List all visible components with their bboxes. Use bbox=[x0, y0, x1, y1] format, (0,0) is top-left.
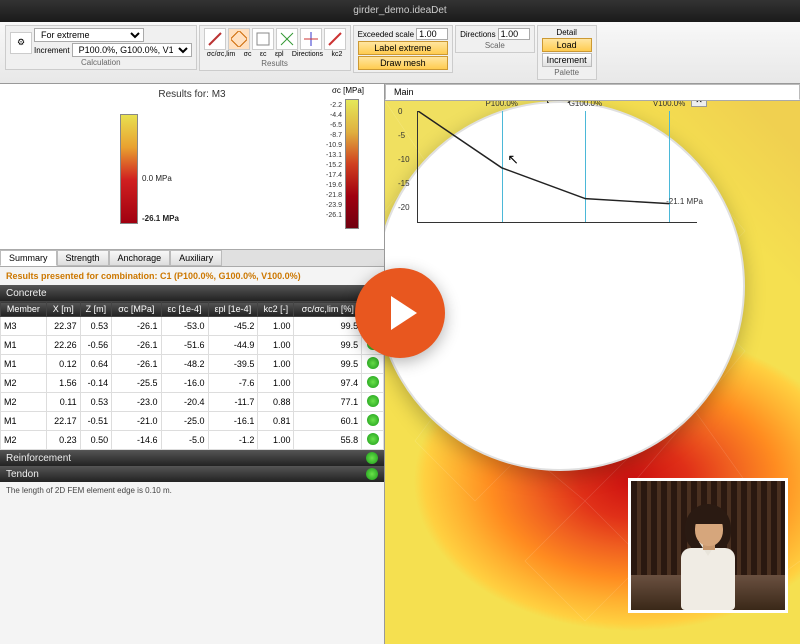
ribbon-toolbar: ⚙ For extreme Increment P100.0%, G100.0%… bbox=[0, 22, 800, 84]
table-row[interactable]: M20.110.53-23.0-20.4-11.70.8877.1 bbox=[1, 393, 384, 412]
combo-line: Results presented for combination: C1 (P… bbox=[0, 267, 384, 285]
results-pane: Results for: M3 0.0 MPa -26.1 MPa σc [MP… bbox=[0, 84, 384, 249]
play-button[interactable] bbox=[355, 268, 445, 358]
col-header: εpl [1e-4] bbox=[208, 302, 258, 317]
check-ok-icon bbox=[367, 376, 379, 388]
color-scale bbox=[345, 99, 359, 229]
check-ok-icon bbox=[367, 433, 379, 445]
results-table: MemberX [m]Z [m]σc [MPa]εc [1e-4]εpl [1e… bbox=[0, 301, 384, 450]
result-kc2-icon[interactable] bbox=[324, 28, 346, 50]
concrete-header[interactable]: Concrete bbox=[0, 285, 384, 301]
table-row[interactable]: M21.56-0.14-25.5-16.0-7.61.0097.4 bbox=[1, 374, 384, 393]
draw-mesh-button[interactable]: Draw mesh bbox=[358, 56, 448, 70]
table-row[interactable]: M122.17-0.51-21.0-25.0-16.10.8160.1 bbox=[1, 412, 384, 431]
directions-group: Directions Scale bbox=[455, 25, 535, 53]
col-header: εc [1e-4] bbox=[161, 302, 208, 317]
increment-label: Increment bbox=[34, 46, 70, 55]
directions-input[interactable] bbox=[498, 28, 530, 40]
palette-group: Detail Load Increment Palette bbox=[537, 25, 597, 80]
stress-gauge bbox=[120, 114, 138, 224]
col-header: X [m] bbox=[46, 302, 80, 317]
tendon-header[interactable]: Tendon bbox=[0, 466, 384, 482]
tab-auxiliary[interactable]: Auxiliary bbox=[170, 250, 222, 266]
col-header: σc [MPa] bbox=[112, 302, 161, 317]
stress-chart: σc [MPa] ✕ 0 -5 -10 -15 -20 P100.0% G100… bbox=[397, 101, 707, 223]
tab-strength[interactable]: Strength bbox=[57, 250, 109, 266]
col-header: σc/σc,lim [%] bbox=[294, 302, 362, 317]
tab-main[interactable]: Main bbox=[385, 84, 800, 100]
table-row[interactable]: M20.230.50-14.6-5.0-1.21.0055.8 bbox=[1, 431, 384, 450]
check-ok-icon bbox=[366, 452, 378, 464]
tab-anchorage[interactable]: Anchorage bbox=[109, 250, 171, 266]
calc-group: ⚙ For extreme Increment P100.0%, G100.0%… bbox=[5, 25, 197, 70]
result-directions-icon[interactable] bbox=[300, 28, 322, 50]
check-ok-icon bbox=[366, 468, 378, 480]
col-header: Member bbox=[1, 302, 47, 317]
results-group: σc/σc,lim σc εc εpl Directions kc2 Resul… bbox=[199, 25, 351, 71]
label-extreme-button[interactable]: Label extreme bbox=[358, 41, 448, 55]
mouse-cursor-icon: ↖ bbox=[507, 151, 519, 168]
check-ok-icon bbox=[367, 414, 379, 426]
table-row[interactable]: M122.26-0.56-26.1-51.6-44.91.0099.5 bbox=[1, 336, 384, 355]
table-row[interactable]: M10.120.64-26.1-48.2-39.51.0099.5 bbox=[1, 355, 384, 374]
presenter-video bbox=[628, 478, 788, 613]
tabstrip: Summary Strength Anchorage Auxiliary bbox=[0, 250, 384, 267]
tab-summary[interactable]: Summary bbox=[0, 250, 57, 266]
table-row[interactable]: M322.370.53-26.1-53.0-45.21.0099.5 bbox=[1, 317, 384, 336]
col-header: kc2 [-] bbox=[258, 302, 294, 317]
result-ec-icon[interactable] bbox=[252, 28, 274, 50]
scale-group: Exceeded scale Label extreme Draw mesh bbox=[353, 25, 453, 73]
chart-line bbox=[418, 111, 697, 221]
result-sc-icon[interactable] bbox=[228, 28, 250, 50]
check-ok-icon bbox=[367, 357, 379, 369]
results-group-label: Results bbox=[204, 59, 346, 68]
zoom-circle: σc [MPa] ✕ 0 -5 -10 -15 -20 P100.0% G100… bbox=[385, 101, 745, 471]
calc-group-label: Calculation bbox=[10, 58, 192, 67]
reinforcement-header[interactable]: Reinforcement bbox=[0, 450, 384, 466]
close-icon[interactable]: ✕ bbox=[691, 101, 707, 107]
extreme-dropdown[interactable]: For extreme bbox=[34, 28, 144, 42]
fem-note: The length of 2D FEM element edge is 0.1… bbox=[0, 482, 384, 499]
window-titlebar: girder_demo.ideaDet bbox=[0, 0, 800, 22]
increment-button[interactable]: Increment bbox=[542, 53, 592, 67]
result-sclim-icon[interactable] bbox=[204, 28, 226, 50]
result-epl-icon[interactable] bbox=[276, 28, 298, 50]
check-ok-icon bbox=[367, 395, 379, 407]
increment-dropdown[interactable]: P100.0%, G100.0%, V100.0% bbox=[72, 43, 192, 57]
scale-title: σc [MPa] bbox=[332, 86, 364, 95]
load-button[interactable]: Load bbox=[542, 38, 592, 52]
calculate-icon[interactable]: ⚙ bbox=[10, 32, 32, 54]
exceeded-input[interactable] bbox=[416, 28, 448, 40]
col-header: Z [m] bbox=[80, 302, 112, 317]
